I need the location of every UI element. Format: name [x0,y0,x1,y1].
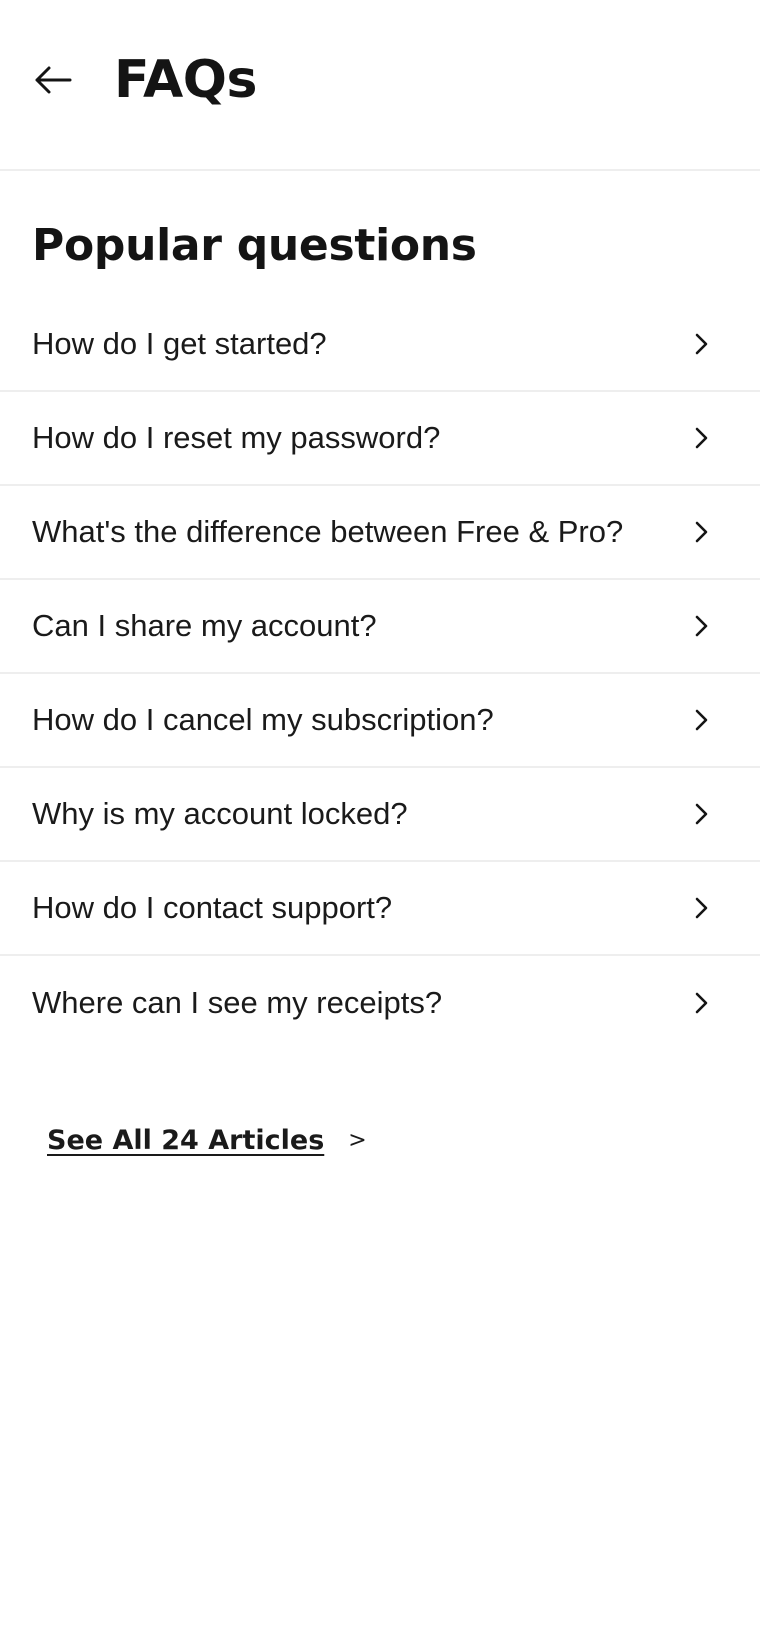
see-all-articles-link[interactable]: See All 24 Articles > [47,1125,367,1156]
chevron-right-icon [690,802,714,826]
chevron-right-icon: > [348,1128,367,1153]
back-button[interactable] [23,50,83,110]
faq-item-receipts[interactable]: Where can I see my receipts? [0,956,760,1050]
chevron-right-icon [690,332,714,356]
page-title: FAQs [114,49,257,110]
faq-item-contact-support[interactable]: How do I contact support? [0,862,760,956]
chevron-right-icon [690,896,714,920]
faq-item-label: How do I cancel my subscription? [32,702,494,737]
faq-item-label: Where can I see my receipts? [32,985,443,1020]
see-all-label: See All 24 Articles [47,1125,325,1156]
faq-item-label: Why is my account locked? [32,796,408,831]
faq-item-free-vs-pro[interactable]: What's the difference between Free & Pro… [0,486,760,580]
faq-item-cancel-subscription[interactable]: How do I cancel my subscription? [0,674,760,768]
chevron-right-icon [690,991,714,1015]
faq-item-label: Can I share my account? [32,608,377,643]
faq-item-label: How do I contact support? [32,890,393,925]
chevron-right-icon [690,426,714,450]
chevron-right-icon [690,708,714,732]
faq-item-account-locked[interactable]: Why is my account locked? [0,768,760,862]
section-title: Popular questions [32,220,477,271]
arrow-left-icon [34,65,72,95]
faq-item-get-started[interactable]: How do I get started? [0,298,760,392]
faq-item-label: How do I reset my password? [32,420,441,455]
top-app-bar: FAQs [0,0,760,171]
chevron-right-icon [690,520,714,544]
faq-item-share-account[interactable]: Can I share my account? [0,580,760,674]
faq-item-label: How do I get started? [32,326,327,361]
faq-list: How do I get started? How do I reset my … [0,298,760,1050]
chevron-right-icon [690,614,714,638]
faq-item-reset-password[interactable]: How do I reset my password? [0,392,760,486]
faq-item-label: What's the difference between Free & Pro… [32,514,624,549]
